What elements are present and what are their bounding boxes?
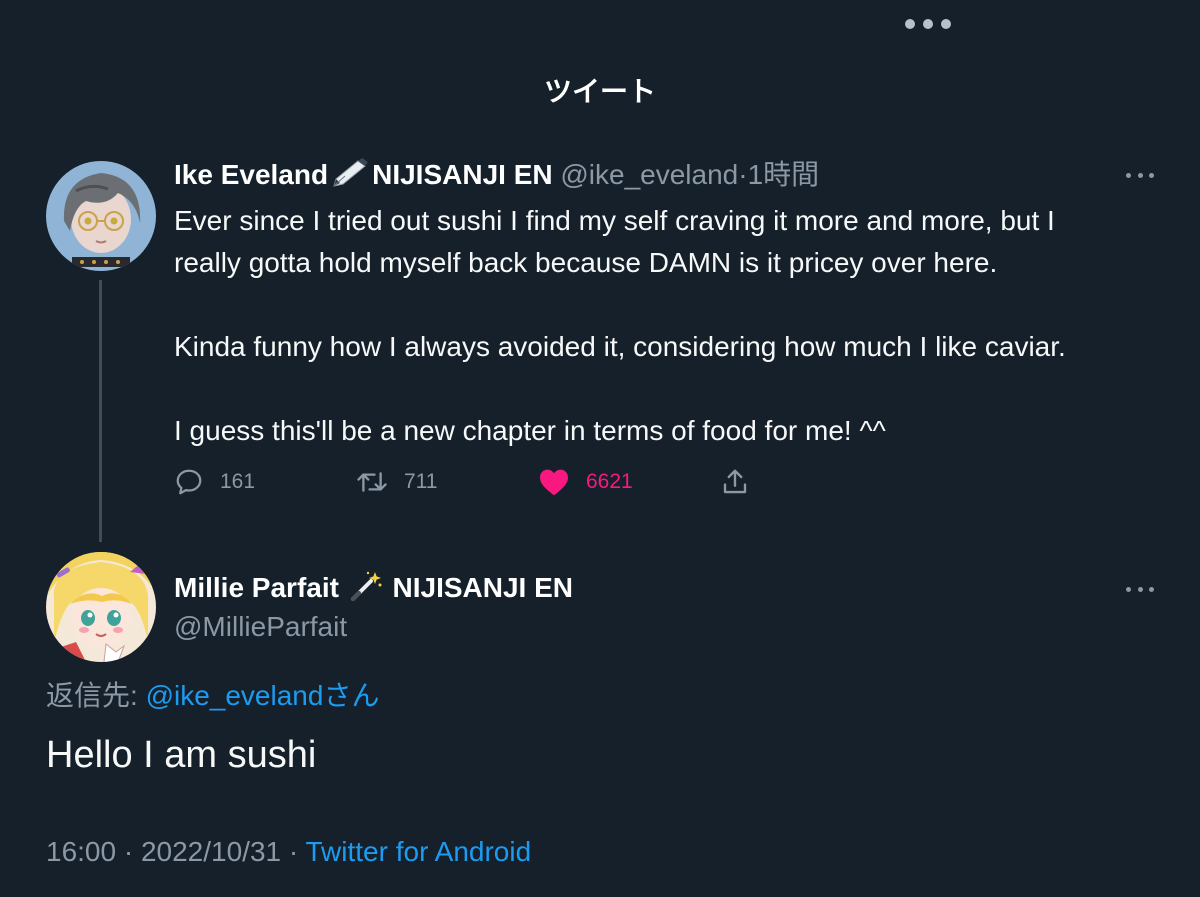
tweet1-separator: · — [738, 159, 748, 190]
reply-to-prefix: 返信先: — [46, 680, 146, 711]
meta-separator: · — [123, 836, 134, 867]
tweet1-text-line: Ever since I tried out sushi I find my s… — [174, 205, 1055, 236]
tweet2-more-icon[interactable] — [1126, 584, 1154, 594]
like-button[interactable]: 6621 — [538, 464, 633, 500]
retweet-count: 711 — [404, 470, 438, 493]
magic-wand-icon — [349, 571, 383, 611]
reply-icon — [174, 467, 204, 497]
tweet1-header: Ike Eveland NIJISANJI EN @ike_eveland·1時間 — [174, 156, 819, 198]
tweet1-name-suffix: NIJISANJI EN — [372, 159, 553, 190]
fountain-pen-icon — [330, 158, 370, 198]
like-count: 6621 — [586, 470, 633, 493]
heart-icon — [538, 467, 570, 497]
avatar-ike-eveland[interactable] — [46, 161, 156, 271]
page-title: ツイート — [543, 76, 656, 107]
tweet2-name-suffix: NIJISANJI EN — [392, 572, 574, 603]
tweet-detail-page: ツイート Ike Eveland NIJISANJI EN @ike_evelan… — [0, 0, 1200, 897]
reply-to-suffix: さん — [323, 680, 380, 711]
tweet1-action-bar: 161 711 6621 — [174, 464, 774, 500]
tweet2-time[interactable]: 16:00 — [46, 836, 116, 867]
tweet1-timestamp[interactable]: 1時間 — [748, 159, 820, 190]
tweet2-handle[interactable]: @MillieParfait — [174, 608, 347, 646]
retweet-button[interactable]: 711 — [356, 464, 437, 500]
tweet1-display-name[interactable]: Ike Eveland — [174, 159, 328, 190]
tweet2-client-link[interactable]: Twitter for Android — [306, 836, 532, 867]
tweet1-text: Ever since I tried out sushi I find my s… — [174, 200, 1174, 452]
tweet2-metadata: 16:00 · 2022/10/31 · Twitter for Android — [46, 833, 531, 871]
replying-to-line: 返信先: @ike_evelandさん — [46, 677, 379, 715]
tweet1-handle[interactable]: @ike_eveland — [560, 159, 738, 190]
avatar-millie-parfait[interactable] — [46, 552, 156, 662]
tweet1-more-icon[interactable] — [1126, 170, 1154, 180]
retweet-icon — [356, 467, 388, 497]
reply-to-handle-link[interactable]: @ike_eveland — [146, 680, 324, 711]
tweet2-date[interactable]: 2022/10/31 — [141, 836, 281, 867]
more-options-icon[interactable] — [905, 13, 951, 35]
thread-connector-line — [99, 280, 102, 542]
reply-count: 161 — [220, 470, 256, 493]
meta-separator: · — [288, 836, 299, 867]
share-button[interactable] — [720, 464, 750, 500]
tweet2-display-name-row: Millie Parfait NIJISANJI EN — [174, 569, 573, 611]
tweet1-text-line: I guess this'll be a new chapter in term… — [174, 415, 886, 446]
share-icon — [720, 467, 750, 497]
tweet1-text-line: Kinda funny how I always avoided it, con… — [174, 331, 1066, 362]
tweet2-text: Hello I am sushi — [46, 734, 317, 776]
tweet1-text-line: really gotta hold myself back because DA… — [174, 247, 998, 278]
tweet2-display-name[interactable]: Millie Parfait — [174, 572, 339, 603]
reply-button[interactable]: 161 — [174, 464, 255, 500]
